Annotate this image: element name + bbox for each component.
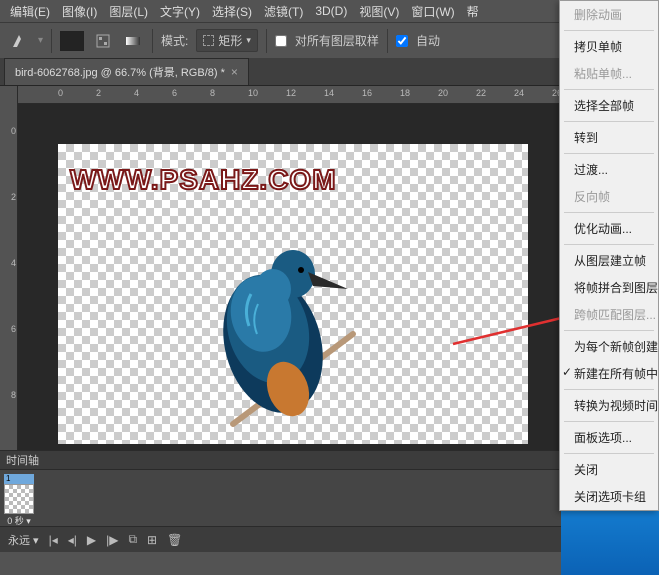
- chevron-down-icon[interactable]: ▾: [38, 35, 43, 46]
- menu-filter[interactable]: 滤镜(T): [258, 3, 309, 20]
- frame-duration[interactable]: 0 秒 ▾: [4, 514, 34, 527]
- ruler-tick: 6: [2, 324, 16, 334]
- menu-image[interactable]: 图像(I): [56, 3, 103, 20]
- menu-delete-animation: 删除动画: [560, 1, 658, 28]
- auto-checkbox[interactable]: [396, 35, 408, 47]
- document-tab[interactable]: bird-6062768.jpg @ 66.7% (背景, RGB/8) * ×: [4, 58, 249, 85]
- ruler-tick: 6: [172, 88, 177, 98]
- ruler-tick: 14: [324, 88, 334, 98]
- duplicate-frame-button[interactable]: ⊞: [147, 533, 157, 547]
- ruler-tick: 18: [400, 88, 410, 98]
- menu-goto[interactable]: 转到: [560, 124, 658, 151]
- sample-all-checkbox[interactable]: [275, 35, 287, 47]
- ruler-vertical: 0 2 4 6 8: [0, 86, 18, 450]
- ruler-tick: 20: [438, 88, 448, 98]
- document-tab-title: bird-6062768.jpg @ 66.7% (背景, RGB/8) *: [15, 64, 225, 80]
- tool-icon[interactable]: [8, 30, 30, 52]
- menu-copy-frame[interactable]: 拷贝单帧: [560, 33, 658, 60]
- menu-new-in-all-frames[interactable]: 新建在所有帧中: [560, 360, 658, 387]
- menu-convert-video-timeline[interactable]: 转换为视频时间: [560, 392, 658, 419]
- shape-label: 矩形: [218, 32, 242, 49]
- menu-tween[interactable]: 过渡...: [560, 156, 658, 183]
- ruler-tick: 4: [134, 88, 139, 98]
- ruler-tick: 0: [2, 126, 16, 136]
- menu-help[interactable]: 帮: [461, 3, 485, 20]
- menu-paste-frame: 粘贴单帧...: [560, 60, 658, 87]
- next-frame-button[interactable]: |▶: [106, 533, 118, 547]
- ruler-tick: 2: [96, 88, 101, 98]
- timeline-title: 时间轴: [6, 452, 39, 468]
- timeline-context-menu: 删除动画 拷贝单帧 粘贴单帧... 选择全部帧 转到 过渡... 反向帧 优化动…: [559, 0, 659, 511]
- ruler-tick: 16: [362, 88, 372, 98]
- ruler-tick: 4: [2, 258, 16, 268]
- menu-window[interactable]: 窗口(W): [405, 3, 460, 20]
- sample-all-label: 对所有图层取样: [295, 32, 379, 49]
- mode-label: 模式:: [161, 32, 188, 49]
- ruler-tick: 0: [58, 88, 63, 98]
- gradient-icon[interactable]: [122, 30, 144, 52]
- frame-thumbnail: [4, 484, 34, 514]
- ruler-tick: 24: [514, 88, 524, 98]
- menu-optimize-animation[interactable]: 优化动画...: [560, 215, 658, 242]
- menu-text[interactable]: 文字(Y): [154, 3, 206, 20]
- tween-button[interactable]: ⧉: [128, 532, 137, 547]
- bird-image: [173, 234, 373, 450]
- menu-frames-from-layers[interactable]: 从图层建立帧: [560, 247, 658, 274]
- prev-frame-button[interactable]: ◂|: [68, 533, 77, 547]
- ruler-tick: 8: [2, 390, 16, 400]
- menu-close-tab-group[interactable]: 关闭选项卡组: [560, 483, 658, 510]
- menu-select[interactable]: 选择(S): [206, 3, 258, 20]
- foreground-swatch[interactable]: [60, 31, 84, 51]
- watermark-text: WWW.PSAHZ.COM: [70, 164, 337, 196]
- shape-dropdown[interactable]: 矩形 ▾: [196, 29, 258, 52]
- close-icon[interactable]: ×: [231, 65, 238, 79]
- menu-edit[interactable]: 编辑(E): [4, 3, 56, 20]
- frame-number: 1: [4, 474, 34, 484]
- auto-label: 自动: [416, 32, 440, 49]
- delete-frame-button[interactable]: 🗑: [167, 533, 182, 547]
- menu-select-all-frames[interactable]: 选择全部帧: [560, 92, 658, 119]
- rectangle-icon: [203, 35, 214, 46]
- menu-create-per-frame[interactable]: 为每个新帧创建: [560, 333, 658, 360]
- menu-flatten-frames[interactable]: 将帧拼合到图层: [560, 274, 658, 301]
- ruler-tick: 12: [286, 88, 296, 98]
- menu-3d[interactable]: 3D(D): [309, 4, 353, 18]
- timeline-frame[interactable]: 1 0 秒 ▾: [4, 474, 34, 522]
- menu-view[interactable]: 视图(V): [353, 3, 405, 20]
- menu-layer[interactable]: 图层(L): [103, 3, 154, 20]
- ruler-tick: 22: [476, 88, 486, 98]
- play-button[interactable]: ▶: [87, 533, 96, 547]
- loop-dropdown[interactable]: 永远 ▾: [8, 532, 39, 548]
- chevron-down-icon: ▾: [246, 35, 251, 46]
- first-frame-button[interactable]: |◂: [49, 533, 58, 547]
- pattern-icon[interactable]: [92, 30, 114, 52]
- menu-match-layers: 跨帧匹配图层...: [560, 301, 658, 328]
- menu-panel-options[interactable]: 面板选项...: [560, 424, 658, 451]
- menu-reverse-frames: 反向帧: [560, 183, 658, 210]
- ruler-tick: 10: [248, 88, 258, 98]
- ruler-tick: 8: [210, 88, 215, 98]
- canvas-transparency: WWW.PSAHZ.COM: [58, 144, 528, 444]
- menu-close[interactable]: 关闭: [560, 456, 658, 483]
- ruler-tick: 2: [2, 192, 16, 202]
